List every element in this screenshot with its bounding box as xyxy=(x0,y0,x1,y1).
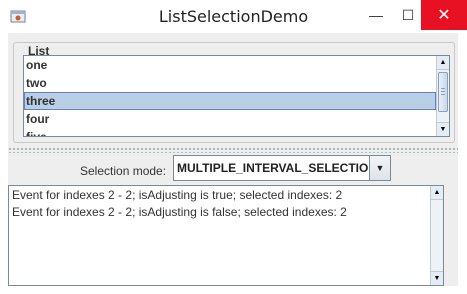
list-item-three[interactable]: three xyxy=(24,92,436,110)
list-item-one[interactable]: one xyxy=(24,56,436,74)
grip-line xyxy=(441,88,445,89)
grip-line xyxy=(441,91,445,92)
grip-line xyxy=(441,94,445,95)
list-scrollbar[interactable]: ▲ ▼ xyxy=(436,56,449,136)
close-button[interactable]: ✕ xyxy=(421,0,467,30)
log-lines: Event for indexes 2 - 2; isAdjusting is … xyxy=(12,187,430,221)
scroll-up-icon[interactable]: ▲ xyxy=(431,186,443,200)
title-bar[interactable]: ListSelectionDemo — ☐ ✕ xyxy=(0,0,467,33)
content-pane: List one two three four five ▲ ▼ Selec xyxy=(8,33,458,286)
list-item-four[interactable]: four xyxy=(24,110,436,128)
selection-mode-label: Selection mode: xyxy=(80,164,167,178)
list-scroll-thumb[interactable] xyxy=(438,72,448,112)
log-line: Event for indexes 2 - 2; isAdjusting is … xyxy=(12,188,343,202)
event-log[interactable]: Event for indexes 2 - 2; isAdjusting is … xyxy=(8,185,444,286)
list-items: one two three four five xyxy=(24,56,436,136)
scroll-down-icon[interactable]: ▼ xyxy=(431,271,443,285)
split-pane-divider[interactable] xyxy=(8,146,458,153)
scroll-up-icon[interactable]: ▲ xyxy=(437,56,449,70)
list-item-five[interactable]: five xyxy=(24,128,436,136)
maximize-button[interactable]: ☐ xyxy=(392,0,424,30)
app-window: ListSelectionDemo — ☐ ✕ List one two thr… xyxy=(0,0,467,294)
log-scrollbar[interactable]: ▲ ▼ xyxy=(430,186,443,285)
selection-mode-value: MULTIPLE_INTERVAL_SELECTION xyxy=(177,161,378,175)
number-list[interactable]: one two three four five ▲ ▼ xyxy=(23,55,450,137)
chevron-down-icon[interactable]: ▼ xyxy=(369,156,390,180)
selection-mode-dropdown[interactable]: MULTIPLE_INTERVAL_SELECTION ▼ xyxy=(173,155,391,181)
log-line: Event for indexes 2 - 2; isAdjusting is … xyxy=(12,205,347,219)
scroll-down-icon[interactable]: ▼ xyxy=(437,122,449,136)
list-item-two[interactable]: two xyxy=(24,74,436,92)
minimize-button[interactable]: — xyxy=(360,0,392,30)
